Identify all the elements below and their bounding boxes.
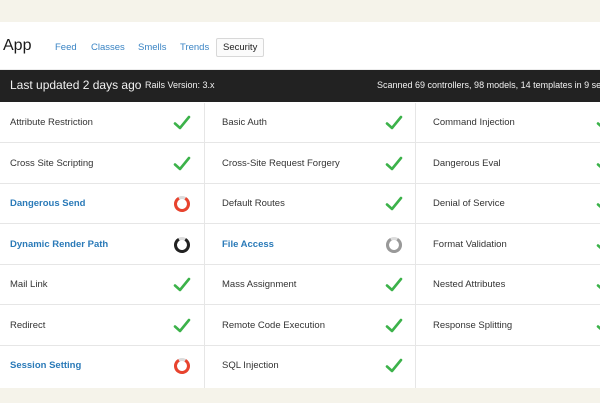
tab-trends[interactable]: Trends (180, 42, 209, 53)
warning-medium-icon (174, 236, 190, 253)
check-cell-mass-assignment: Mass Assignment (211, 265, 422, 305)
check-pass-icon (173, 318, 191, 332)
check-cell-denial-of-service: Denial of Service (422, 184, 600, 224)
check-pass-icon (385, 277, 403, 292)
check-pass-icon (173, 156, 191, 170)
check-pass-icon (385, 156, 403, 170)
check-pass-icon (385, 115, 403, 130)
check-pass-icon (596, 203, 600, 209)
check-cell-session-setting[interactable]: Session Setting (0, 346, 211, 386)
check-cell-mail-link: Mail Link (0, 265, 211, 305)
rails-version-text: Rails Version: 3.x (145, 80, 215, 90)
check-label: Format Validation (433, 238, 507, 250)
check-cell-default-routes: Default Routes (211, 184, 422, 224)
check-label: Response Splitting (433, 319, 513, 331)
tab-smells[interactable]: Smells (138, 42, 167, 53)
check-row: Redirect Remote Code Execution Response Sp… (0, 306, 600, 346)
check-label: Dangerous Eval (433, 157, 501, 169)
check-link[interactable]: Dangerous Send (10, 198, 86, 209)
check-cell-dangerous-send[interactable]: Dangerous Send (0, 184, 211, 224)
app-title: App (3, 37, 32, 54)
check-label: Cross-Site Request Forgery (222, 157, 340, 169)
warning-high-icon (174, 358, 190, 374)
check-cell-remote-code-execution: Remote Code Execution (211, 306, 422, 346)
check-pass-icon (173, 277, 191, 292)
check-pass-icon (173, 115, 191, 130)
check-label: Redirect (10, 319, 46, 331)
warning-weak-icon (386, 236, 402, 253)
check-cell-basic-auth: Basic Auth (211, 103, 422, 143)
check-row: Session Setting SQL Injection (0, 346, 600, 386)
check-label: Remote Code Execution (222, 319, 325, 331)
check-cell-attribute-restriction: Attribute Restriction (0, 103, 211, 143)
check-label: Mass Assignment (222, 279, 297, 290)
check-label: Nested Attributes (433, 279, 506, 290)
check-cell-file-access[interactable]: File Access (211, 225, 422, 265)
check-label: Default Routes (222, 198, 285, 209)
check-cell-format-validation: Format Validation (422, 225, 600, 265)
check-label: Denial of Service (433, 198, 505, 209)
last-updated-text: Last updated 2 days ago (10, 78, 142, 92)
check-cell-redirect: Redirect (0, 306, 211, 346)
check-cell-dangerous-eval: Dangerous Eval (422, 144, 600, 184)
check-pass-icon (596, 243, 600, 249)
check-link[interactable]: Dynamic Render Path (10, 239, 108, 250)
check-label: Command Injection (433, 117, 515, 128)
security-checks-grid: Attribute Restriction Basic Auth Command I… (0, 103, 600, 388)
check-row: Dangerous Send Default Routes Denial of Se… (0, 184, 600, 224)
check-pass-icon (596, 324, 600, 330)
check-pass-icon (385, 358, 403, 373)
check-row: Attribute Restriction Basic Auth Command I… (0, 103, 600, 143)
status-bar: Last updated 2 days ago Rails Version: 3… (0, 70, 600, 102)
check-cell-dynamic-render-path[interactable]: Dynamic Render Path (0, 225, 211, 265)
check-row: Cross Site Scripting Cross-Site Request F… (0, 144, 600, 184)
check-label: Mail Link (10, 279, 48, 290)
check-label: Attribute Restriction (10, 117, 93, 128)
check-pass-icon (385, 318, 403, 332)
security-panel: App Feed Classes Smells Trends Security … (0, 22, 600, 388)
check-row: Mail Link Mass Assignment Nested Attribute… (0, 265, 600, 305)
check-cell-command-injection: Command Injection (422, 103, 600, 143)
check-label: Cross Site Scripting (10, 157, 94, 169)
tab-security[interactable]: Security (216, 38, 265, 57)
check-cell-cross-site-scripting: Cross Site Scripting (0, 144, 211, 184)
check-pass-icon (596, 122, 600, 128)
check-cell-cross-site-request-forgery: Cross-Site Request Forgery (211, 144, 422, 184)
top-nav: App Feed Classes Smells Trends Security (0, 22, 600, 70)
scan-summary-text: Scanned 69 controllers, 98 models, 14 te… (377, 80, 600, 90)
check-label: Basic Auth (222, 117, 267, 128)
tab-classes[interactable]: Classes (91, 42, 125, 53)
check-cell-sql-injection: SQL Injection (211, 346, 422, 386)
check-cell-nested-attributes: Nested Attributes (422, 265, 600, 305)
check-cell-response-splitting: Response Splitting (422, 306, 600, 346)
tab-feed[interactable]: Feed (55, 42, 77, 53)
warning-high-icon (174, 196, 190, 212)
check-row: Dynamic Render Path File Access Format Val… (0, 225, 600, 265)
check-label: SQL Injection (222, 360, 279, 371)
check-pass-icon (596, 162, 600, 168)
check-link[interactable]: File Access (222, 239, 274, 250)
check-pass-icon (385, 196, 403, 211)
check-pass-icon (596, 284, 600, 290)
check-link[interactable]: Session Setting (10, 360, 81, 371)
